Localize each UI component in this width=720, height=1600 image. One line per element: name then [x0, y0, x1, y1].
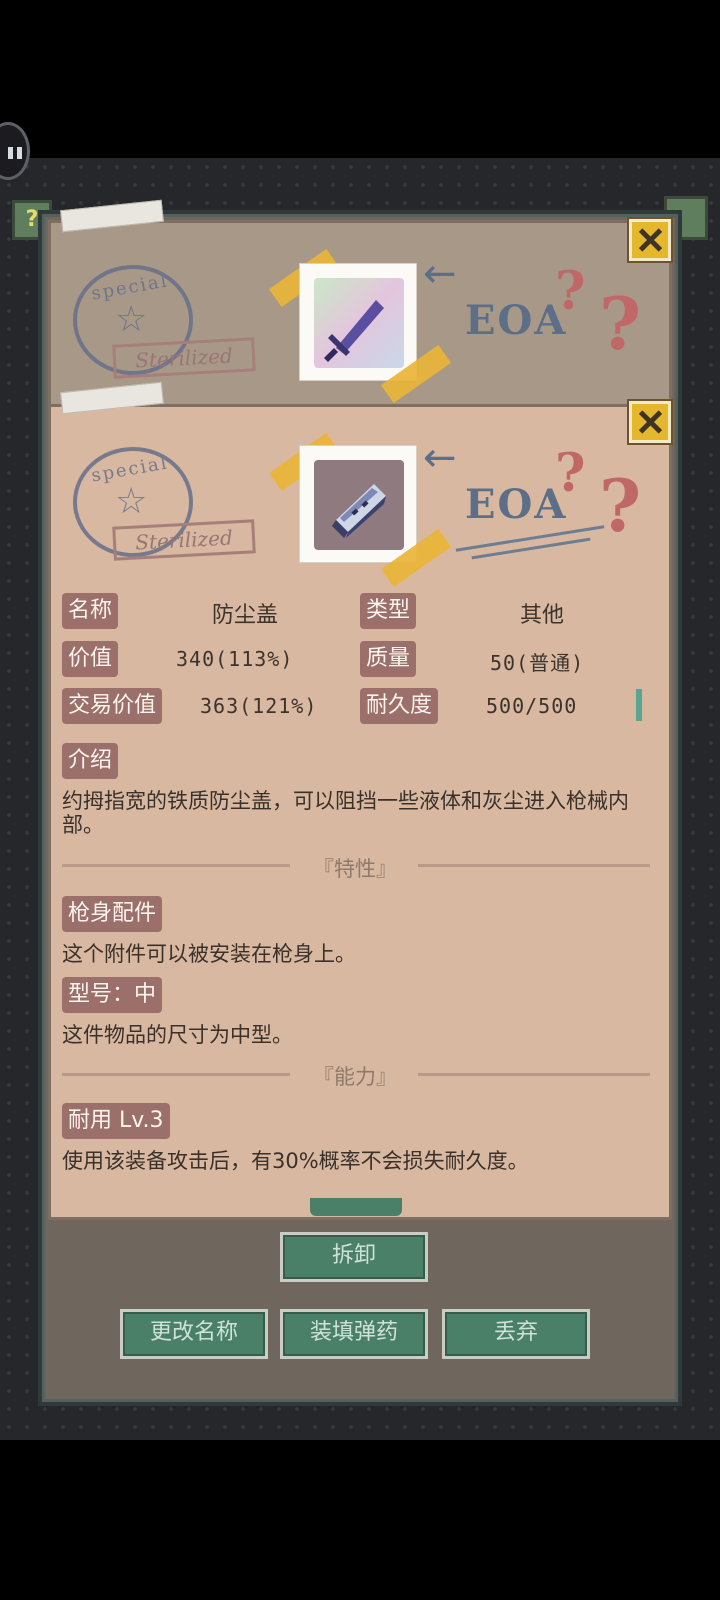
trait-desc: 这件物品的尺寸为中型。 — [62, 1023, 293, 1047]
quality-label: 质量 — [360, 641, 417, 677]
eoa-text: EOA — [465, 297, 568, 344]
divider — [62, 864, 290, 867]
trade-value-value: 363(121%) — [200, 694, 318, 718]
ability-label-durable: 耐用 Lv.3 — [62, 1103, 170, 1139]
divider — [418, 864, 650, 867]
trait-label-size: 型号：中 — [62, 977, 163, 1013]
quality-value: 50(普通) — [490, 651, 585, 675]
panel-tab — [310, 1198, 402, 1216]
type-label: 类型 — [360, 593, 417, 629]
rename-button[interactable]: 更改名称 — [120, 1309, 268, 1359]
unequip-button[interactable]: 拆卸 — [280, 1232, 428, 1282]
close-icon[interactable] — [627, 399, 673, 445]
type-value: 其他 — [520, 603, 565, 628]
durability-value: 500/500 — [486, 694, 578, 718]
trait-label-body-attachment: 枪身配件 — [62, 896, 163, 932]
ability-desc: 使用该装备攻击后，有30%概率不会损失耐久度。 — [62, 1149, 529, 1173]
underline-decor — [471, 537, 591, 560]
previous-item-frame — [299, 263, 417, 381]
question-mark-icon: ? — [599, 281, 642, 366]
sterilized-stamp: Sterilized — [112, 519, 256, 561]
durability-label: 耐久度 — [360, 688, 439, 724]
question-mark-icon: ? — [555, 443, 586, 504]
intro-label: 介绍 — [62, 743, 119, 779]
load-ammo-button[interactable]: 装填弹药 — [280, 1309, 428, 1359]
durability-bar — [636, 689, 642, 721]
arrow-icon: ← — [423, 435, 457, 481]
value-label: 价值 — [62, 641, 119, 677]
trade-value-label: 交易价值 — [62, 688, 163, 724]
previous-item-card[interactable]: special ☆ Sterilized ← EOA ? ? — [48, 199, 673, 410]
intro-text: 约拇指宽的铁质防尘盖，可以阻挡一些液体和灰尘进入枪械内部。 — [62, 789, 629, 837]
traits-title: 『特性』 — [313, 857, 397, 881]
eoa-text: EOA — [465, 481, 568, 528]
sterilized-stamp: Sterilized — [112, 337, 256, 379]
value-value: 340(113%) — [176, 647, 294, 671]
item-image-frame — [299, 445, 417, 563]
name-label: 名称 — [62, 593, 119, 629]
discard-button[interactable]: 丢弃 — [442, 1309, 590, 1359]
arrow-icon: ← — [423, 251, 457, 297]
dust-cover-icon — [314, 460, 404, 550]
star-icon: ☆ — [115, 299, 148, 340]
divider — [418, 1073, 650, 1076]
abilities-title: 『能力』 — [313, 1065, 397, 1089]
question-mark-icon: ? — [555, 261, 586, 322]
trait-desc: 这个附件可以被安装在枪身上。 — [62, 942, 356, 966]
star-icon: ☆ — [115, 481, 148, 522]
question-mark-icon: ? — [599, 463, 642, 548]
divider — [62, 1073, 290, 1076]
sword-icon — [314, 278, 404, 368]
close-icon[interactable] — [627, 217, 673, 263]
name-value: 防尘盖 — [212, 603, 279, 628]
question-icon: ? — [25, 207, 39, 232]
